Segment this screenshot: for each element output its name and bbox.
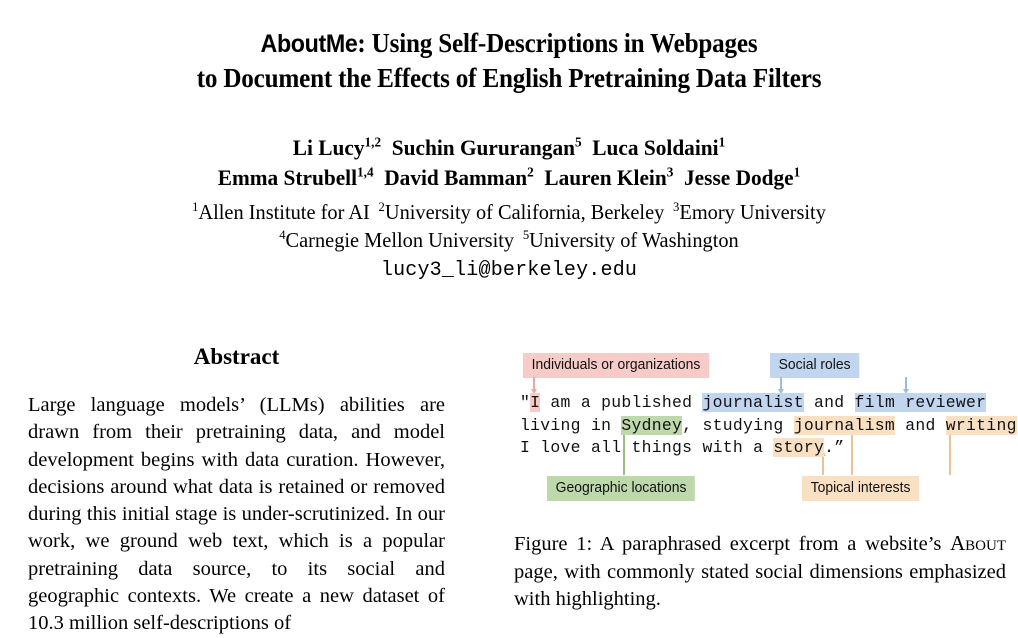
abstract-column: Abstract Large language models’ (LLMs) a… xyxy=(28,344,445,638)
author-name: Lauren Klein xyxy=(544,165,667,190)
author-affil-marker: 2 xyxy=(527,164,534,180)
author-affil-marker: 1,2 xyxy=(364,134,382,150)
excerpt-text: and xyxy=(803,393,855,412)
paper-title: AboutMe: Using Self-Descriptions in Webp… xyxy=(0,26,1018,95)
author-name: Emma Strubell xyxy=(217,165,358,190)
author-list: Li Lucy1,2 Suchin Gururangan5 Luca Soldain… xyxy=(0,133,1018,193)
author-name: Luca Soldaini xyxy=(592,135,719,160)
excerpt-text: I love all things with a xyxy=(520,438,774,458)
title-line-1: AboutMe: Using Self-Descriptions in Webp… xyxy=(36,26,983,61)
excerpt-text: am a published xyxy=(540,393,703,412)
affiliation-row-2: 4Carnegie Mellon University 5University o… xyxy=(15,226,1002,254)
excerpt-open-quote: " xyxy=(520,393,531,412)
author-row-1: Li Lucy1,2 Suchin Gururangan5 Luca Soldain… xyxy=(15,133,1002,163)
author-name: Li Lucy xyxy=(292,135,365,160)
title-brand-word: AboutMe xyxy=(260,30,358,58)
author-name: Jesse Dodge xyxy=(684,165,794,190)
figure-caption-text-after: page, with commonly stated social dimens… xyxy=(514,560,1006,611)
author-row-2: Emma Strubell1,4 David Bamman2 Lauren Klei… xyxy=(15,163,1002,193)
figure-caption-label: Figure 1: xyxy=(514,533,593,555)
affiliation-name: Carnegie Mellon University xyxy=(285,228,515,252)
label-social-roles: Social roles xyxy=(770,353,860,378)
arrow-individuals-to-i xyxy=(533,377,535,390)
label-geographic-locations: Geographic locations xyxy=(547,476,696,501)
author-name: Suchin Gururangan xyxy=(391,135,575,160)
author-affil-marker: 1 xyxy=(793,164,801,180)
excerpt-line-3: I love all things with a story.” xyxy=(520,438,845,458)
figure-excerpt-text: "I am a published journalist and film re… xyxy=(520,392,1018,460)
excerpt-text: and xyxy=(895,415,946,435)
affiliation-row-1: 1Allen Institute for AI 2University of Ca… xyxy=(15,198,1002,226)
author-name: David Bamman xyxy=(384,165,528,190)
label-individuals-or-organizations: Individuals or organizations xyxy=(523,353,709,378)
figure-1-diagram: Individuals or organizations Social role… xyxy=(512,350,1018,510)
highlight-topic-writing: writing xyxy=(945,415,1017,435)
title-line-1-rest: : Using Self-Descriptions in Webpages xyxy=(357,28,758,58)
affiliation-name: University of Washington xyxy=(529,228,739,252)
arrow-social-roles-to-journalist xyxy=(780,377,782,390)
label-topical-interests: Topical interests xyxy=(802,476,920,501)
excerpt-text: living in xyxy=(520,415,622,435)
affiliation-name: Emory University xyxy=(679,200,826,224)
title-line-2: to Document the Effects of English Pretr… xyxy=(196,63,822,93)
contact-email[interactable]: lucy3_li@berkeley.edu xyxy=(381,259,637,282)
figure-caption-smallcaps-about: About xyxy=(950,531,1006,555)
abstract-body: Large language models’ (LLMs) abilities … xyxy=(28,394,445,635)
contact-email-block: lucy3_li@berkeley.edu xyxy=(0,259,1018,282)
highlight-location-sydney: Sydney xyxy=(621,415,683,435)
affiliation-name: University of California, Berkeley xyxy=(384,200,665,224)
figure-column: Individuals or organizations Social role… xyxy=(512,350,1018,610)
highlight-topic-story: story xyxy=(773,438,825,458)
highlight-role-film-reviewer: film reviewer xyxy=(854,393,987,412)
excerpt-line-2: living in Sydney, studying journalism an… xyxy=(520,415,1018,435)
excerpt-text: .” xyxy=(824,438,845,458)
abstract-heading: Abstract xyxy=(193,344,280,369)
affiliation-list: 1Allen Institute for AI 2University of Ca… xyxy=(0,198,1018,254)
highlight-role-journalist: journalist xyxy=(702,393,804,412)
excerpt-line-1: "I am a published journalist and film re… xyxy=(520,393,987,412)
affiliation-name: Allen Institute for AI xyxy=(198,200,370,224)
figure-1-caption: Figure 1: A paraphrased excerpt from a w… xyxy=(514,530,1006,614)
figure-caption-text-before: A paraphrased excerpt from a website’s xyxy=(592,533,951,555)
highlight-individual-i: I xyxy=(530,393,541,412)
highlight-topic-journalism: journalism xyxy=(793,415,896,435)
author-affil-marker: 3 xyxy=(666,164,674,180)
author-affil-marker: 5 xyxy=(574,134,582,150)
author-affil-marker: 1,4 xyxy=(357,164,374,180)
author-affil-marker: 1 xyxy=(718,134,726,150)
arrow-social-roles-to-film-reviewer xyxy=(905,377,907,390)
excerpt-text: , studying xyxy=(682,415,794,435)
